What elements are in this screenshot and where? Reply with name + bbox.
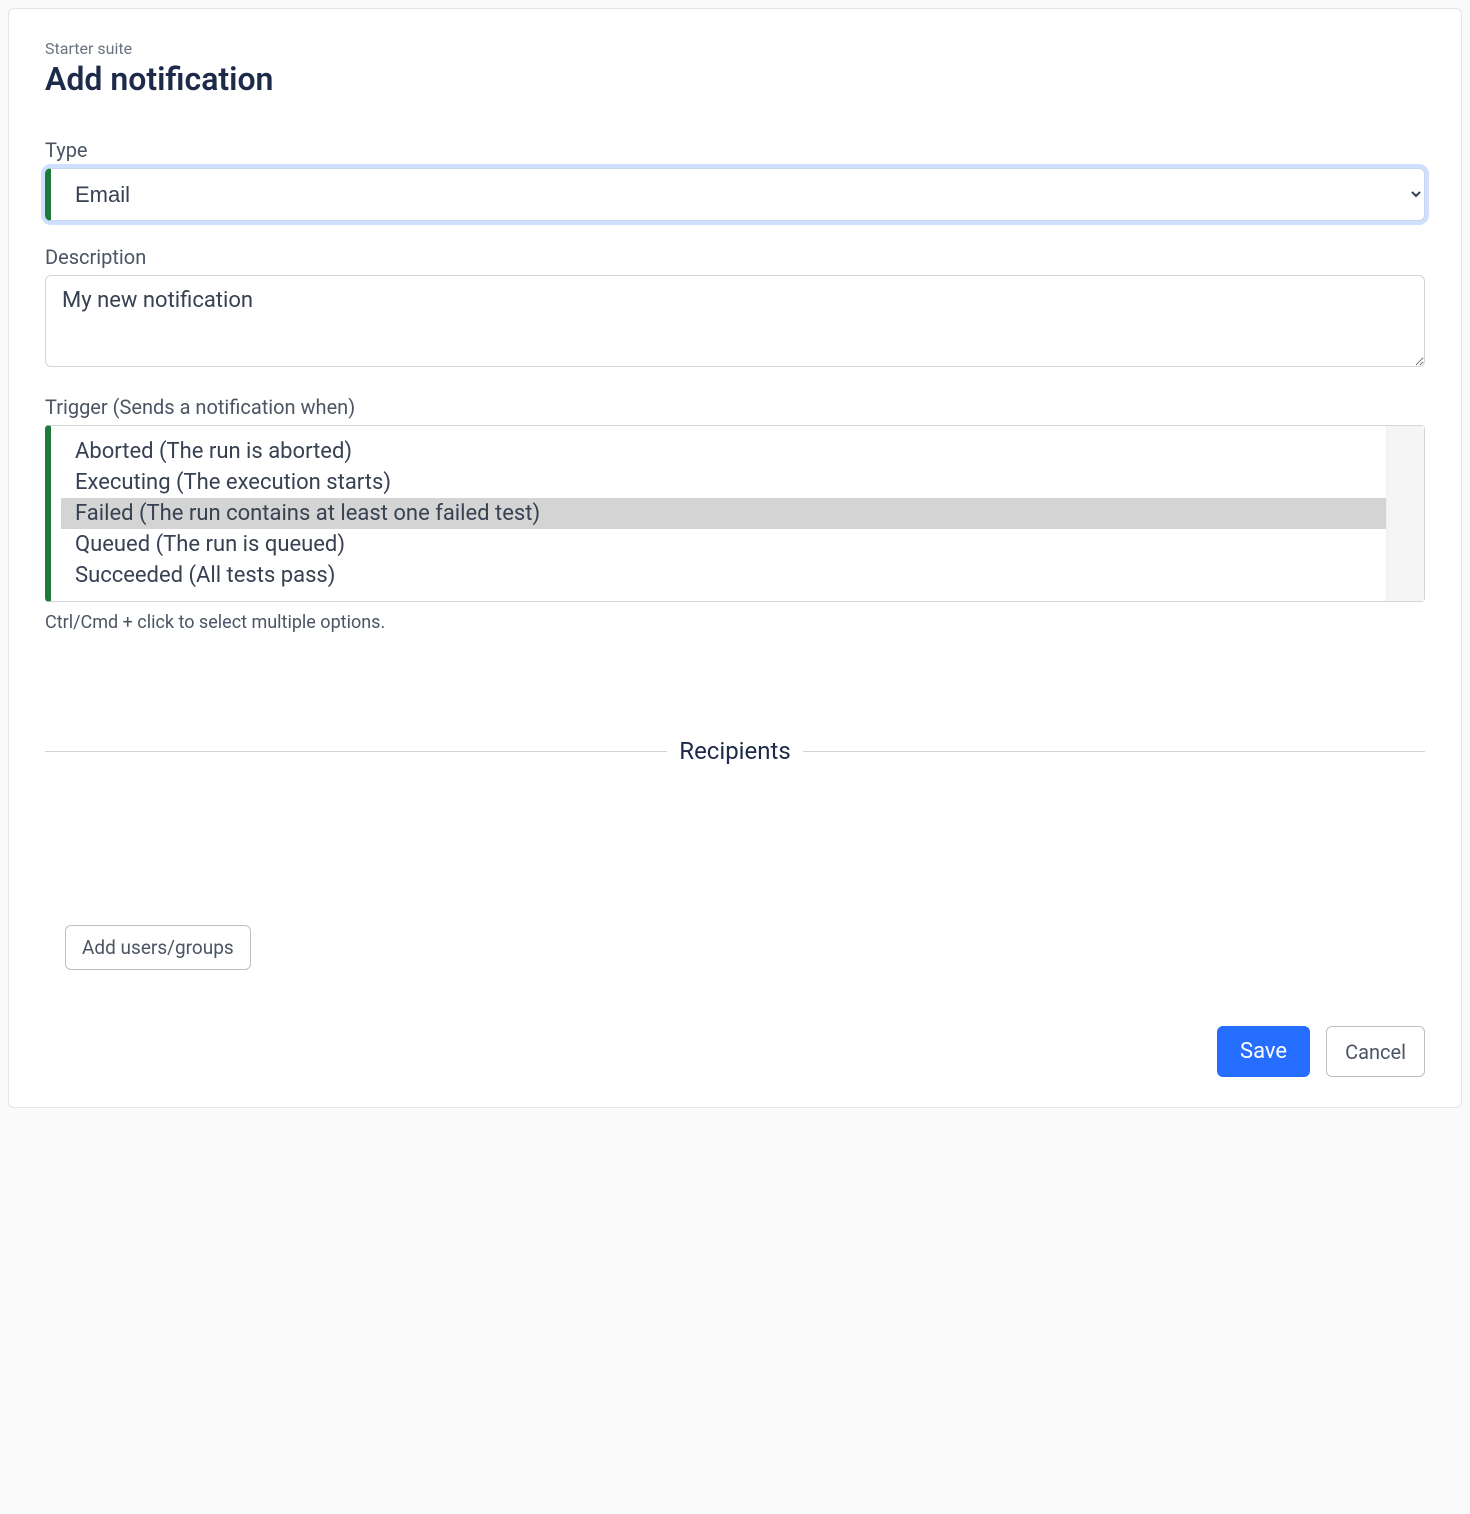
recipients-divider: Recipients	[45, 737, 1425, 765]
page-title: Add notification	[45, 60, 1425, 98]
breadcrumb: Starter suite	[45, 39, 1425, 58]
notification-form-card: Starter suite Add notification Type Emai…	[8, 8, 1462, 1108]
trigger-option-succeeded[interactable]: Succeeded (All tests pass)	[61, 560, 1386, 591]
add-users-wrap: Add users/groups	[45, 925, 1425, 970]
type-group: Type Email	[45, 138, 1425, 221]
type-label: Type	[45, 138, 1425, 162]
description-label: Description	[45, 245, 1425, 269]
trigger-option-aborted[interactable]: Aborted (The run is aborted)	[61, 436, 1386, 467]
trigger-label: Trigger (Sends a notification when)	[45, 395, 1425, 419]
add-users-button[interactable]: Add users/groups	[65, 925, 251, 970]
trigger-list: Aborted (The run is aborted) Executing (…	[61, 436, 1386, 591]
form-footer: Save Cancel	[45, 986, 1425, 1077]
cancel-button[interactable]: Cancel	[1326, 1026, 1425, 1077]
description-input[interactable]	[45, 275, 1425, 367]
save-button[interactable]: Save	[1217, 1026, 1310, 1077]
trigger-inner: Aborted (The run is aborted) Executing (…	[51, 426, 1424, 601]
trigger-option-queued[interactable]: Queued (The run is queued)	[61, 529, 1386, 560]
recipients-area	[45, 795, 1425, 915]
divider-line-right	[803, 751, 1425, 752]
recipients-heading: Recipients	[667, 737, 802, 765]
type-select-wrap: Email	[45, 168, 1425, 221]
type-select[interactable]: Email	[51, 169, 1424, 220]
trigger-helper-text: Ctrl/Cmd + click to select multiple opti…	[45, 612, 1425, 633]
trigger-option-failed[interactable]: Failed (The run contains at least one fa…	[61, 498, 1386, 529]
trigger-option-executing[interactable]: Executing (The execution starts)	[61, 467, 1386, 498]
description-group: Description	[45, 245, 1425, 371]
trigger-group: Trigger (Sends a notification when) Abor…	[45, 395, 1425, 633]
divider-line-left	[45, 751, 667, 752]
trigger-multiselect[interactable]: Aborted (The run is aborted) Executing (…	[45, 425, 1425, 602]
